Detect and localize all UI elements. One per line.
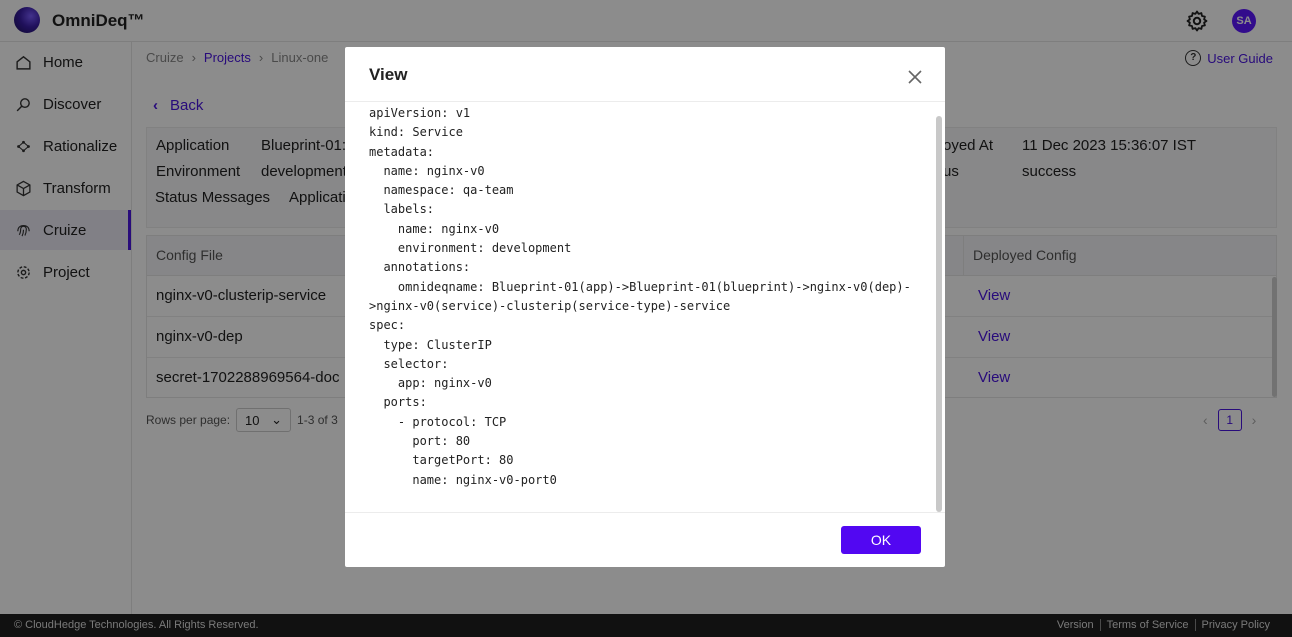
modal-body: apiVersion: v1 kind: Service metadata: n… [345, 102, 945, 512]
ok-button[interactable]: OK [841, 526, 921, 554]
modal-footer: OK [345, 512, 945, 567]
view-config-modal: View apiVersion: v1 kind: Service metada… [345, 47, 945, 567]
modal-title: View [369, 65, 408, 84]
modal-scrollbar[interactable] [936, 116, 942, 512]
close-icon[interactable] [907, 69, 923, 85]
yaml-content: apiVersion: v1 kind: Service metadata: n… [369, 106, 911, 487]
modal-header: View [345, 47, 945, 102]
